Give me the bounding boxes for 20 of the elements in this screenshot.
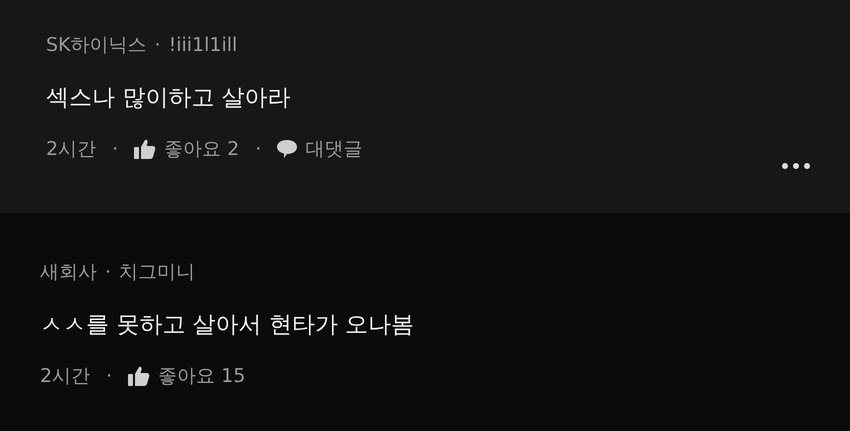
thumbs-up-icon: [134, 139, 156, 159]
like-button[interactable]: 좋아요 15: [128, 363, 246, 389]
more-icon[interactable]: [782, 163, 810, 169]
comment-text: ㅅㅅ를 못하고 살아서 현타가 오나봄: [40, 310, 416, 340]
nickname: 치그미니: [119, 260, 196, 285]
comment-time: 2시간: [46, 137, 96, 162]
separator: ·: [105, 261, 112, 283]
thumbs-up-icon: [128, 366, 150, 386]
comment-time: 2시간: [40, 364, 90, 389]
reply-button[interactable]: 대댓글: [277, 136, 362, 162]
nickname: !iii1l1ill: [168, 34, 238, 56]
like-button[interactable]: 좋아요 2: [134, 136, 240, 162]
company-name: 새회사: [40, 260, 97, 285]
separator: ·: [111, 138, 120, 160]
company-name: SK하이닉스: [46, 33, 147, 58]
separator: ·: [105, 365, 114, 387]
separator: ·: [154, 34, 161, 56]
speech-bubble-icon: [277, 140, 298, 158]
separator: ·: [254, 138, 262, 160]
comment-text: 섹스나 많이하고 살아라: [46, 84, 292, 112]
